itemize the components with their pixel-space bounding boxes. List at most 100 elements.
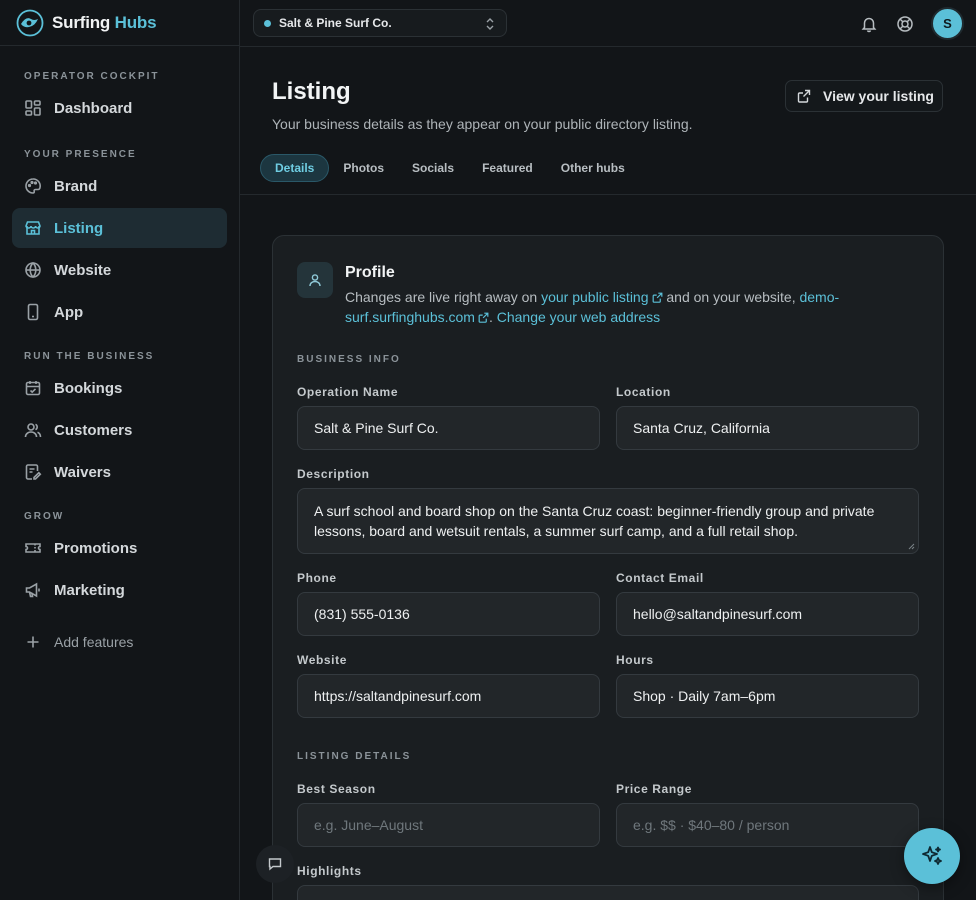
highlights-field: Highlights: [297, 864, 919, 900]
operation-name-field: Operation Name Salt & Pine Surf Co.: [297, 385, 600, 450]
field-label: Location: [616, 385, 671, 399]
bell-icon[interactable]: [859, 14, 879, 34]
business-selector[interactable]: Salt & Pine Surf Co.: [253, 9, 507, 37]
sidebar-item-label: Waivers: [54, 463, 111, 481]
section-label-run-the-business: RUN THE BUSINESS: [24, 350, 155, 362]
external-link-icon: [652, 292, 662, 303]
avatar[interactable]: S: [931, 7, 964, 40]
section-label-operator-cockpit: OPERATOR COCKPIT: [24, 70, 160, 82]
field-label: Phone: [297, 571, 337, 585]
sidebar-item-label: Listing: [54, 219, 104, 237]
hours-input[interactable]: Shop · Daily 7am–6pm: [616, 674, 919, 718]
chevron-updown-icon: [486, 18, 494, 30]
tab-other-hubs[interactable]: Other hubs: [547, 154, 639, 182]
field-label: Contact Email: [616, 571, 704, 585]
sidebar-item-label: Customers: [54, 421, 133, 439]
resize-handle-icon[interactable]: [907, 542, 915, 550]
sidebar-item-website[interactable]: Website: [12, 250, 227, 290]
palette-icon: [24, 177, 42, 195]
public-listing-link[interactable]: your public listing: [541, 289, 662, 305]
sparkle-icon: [922, 846, 942, 865]
divider: [240, 194, 976, 195]
sidebar-nav: OPERATOR COCKPIT Dashboard YOUR PRESENCE…: [0, 46, 239, 662]
tab-featured[interactable]: Featured: [468, 154, 547, 182]
sidebar-item-marketing[interactable]: Marketing: [12, 570, 227, 610]
field-label: Operation Name: [297, 385, 399, 399]
phone-icon: [24, 303, 42, 321]
tabs: Details Photos Socials Featured Other hu…: [260, 154, 639, 182]
email-field: Contact Email hello@saltandpinesurf.com: [616, 571, 919, 636]
calendar-icon: [24, 379, 42, 397]
sidebar-item-label: Dashboard: [54, 99, 133, 117]
top-actions: S: [859, 7, 964, 40]
profile-title: Profile: [345, 264, 395, 281]
sidebar-item-app[interactable]: App: [12, 292, 227, 332]
ticket-icon: [24, 539, 42, 557]
ai-assistant-button[interactable]: [904, 828, 960, 884]
sidebar-item-label: Website: [54, 261, 112, 279]
description-field: Description A surf school and board shop…: [297, 467, 919, 554]
user-icon: [297, 262, 333, 298]
waiver-icon: [24, 463, 42, 481]
users-icon: [24, 421, 42, 439]
globe-icon: [24, 261, 42, 279]
sidebar-item-bookings[interactable]: Bookings: [12, 368, 227, 408]
business-info-label: BUSINESS INFO: [297, 354, 401, 365]
external-link-icon: [797, 89, 811, 103]
profile-header: Profile Changes are live right away on y…: [297, 262, 865, 327]
tab-details[interactable]: Details: [260, 154, 330, 182]
website-field: Website https://saltandpinesurf.com: [297, 653, 600, 718]
sidebar-item-promotions[interactable]: Promotions: [12, 528, 227, 568]
field-label: Price Range: [616, 782, 692, 796]
description-textarea[interactable]: A surf school and board shop on the Sant…: [297, 488, 919, 554]
price-range-input[interactable]: e.g. $$ · $40–80 / person: [616, 803, 919, 847]
external-link-icon: [478, 312, 489, 323]
sidebar-item-customers[interactable]: Customers: [12, 410, 227, 450]
sidebar-item-label: Marketing: [54, 581, 125, 599]
hours-field: Hours Shop · Daily 7am–6pm: [616, 653, 919, 718]
phone-field: Phone (831) 555-0136: [297, 571, 600, 636]
page-subtitle: Your business details as they appear on …: [272, 116, 693, 132]
plus-icon: [24, 633, 42, 651]
sidebar-item-label: Promotions: [54, 539, 138, 557]
chat-button[interactable]: [256, 845, 294, 883]
field-label: Hours: [616, 653, 654, 667]
sidebar-item-brand[interactable]: Brand: [12, 166, 227, 206]
dashboard-icon: [24, 99, 42, 117]
best-season-input[interactable]: e.g. June–August: [297, 803, 600, 847]
sidebar-item-label: App: [54, 303, 84, 321]
brand-name: Surfing Hubs: [52, 12, 157, 32]
sidebar-item-label: Bookings: [54, 379, 123, 397]
operation-name-input[interactable]: Salt & Pine Surf Co.: [297, 406, 600, 450]
top-bar: Salt & Pine Surf Co. S: [240, 0, 976, 47]
sidebar: Surfing Hubs OPERATOR COCKPIT Dashboard …: [0, 0, 240, 900]
tab-photos[interactable]: Photos: [329, 154, 398, 182]
profile-card: Profile Changes are live right away on y…: [272, 235, 944, 900]
change-web-address-link[interactable]: Change your web address: [497, 309, 660, 325]
best-season-field: Best Season e.g. June–August: [297, 782, 600, 847]
view-listing-button[interactable]: View your listing: [785, 80, 943, 112]
email-input[interactable]: hello@saltandpinesurf.com: [616, 592, 919, 636]
phone-input[interactable]: (831) 555-0136: [297, 592, 600, 636]
business-selector-value: Salt & Pine Surf Co.: [279, 16, 392, 30]
page-title: Listing: [272, 78, 351, 105]
field-label: Website: [297, 653, 347, 667]
field-label: Description: [297, 467, 370, 481]
chat-icon: [268, 858, 282, 871]
website-input[interactable]: https://saltandpinesurf.com: [297, 674, 600, 718]
highlights-input[interactable]: [297, 885, 919, 900]
page-header: Listing Your business details as they ap…: [272, 78, 693, 132]
sidebar-item-add-features[interactable]: Add features: [12, 622, 227, 662]
help-icon[interactable]: [895, 14, 915, 34]
tab-socials[interactable]: Socials: [398, 154, 468, 182]
sidebar-item-waivers[interactable]: Waivers: [12, 452, 227, 492]
brand[interactable]: Surfing Hubs: [0, 0, 239, 46]
location-field: Location Santa Cruz, California: [616, 385, 919, 450]
sidebar-item-listing[interactable]: Listing: [12, 208, 227, 248]
location-input[interactable]: Santa Cruz, California: [616, 406, 919, 450]
sidebar-item-dashboard[interactable]: Dashboard: [12, 88, 227, 128]
status-dot: [264, 19, 271, 27]
field-label: Highlights: [297, 864, 362, 878]
price-range-field: Price Range e.g. $$ · $40–80 / person: [616, 782, 919, 847]
view-listing-label: View your listing: [823, 88, 934, 104]
